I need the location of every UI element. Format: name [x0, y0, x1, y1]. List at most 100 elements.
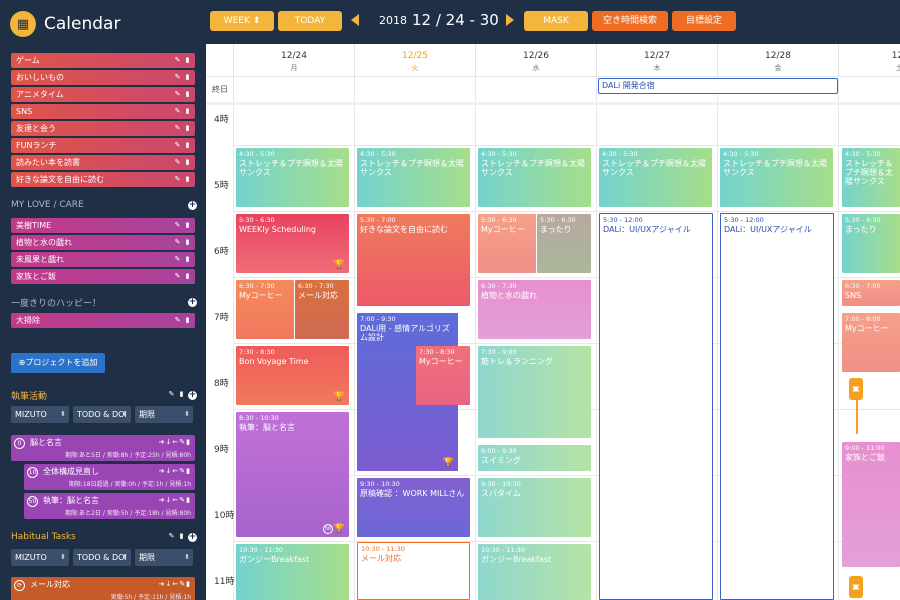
edit-icon[interactable]: ✎ [174, 91, 181, 98]
calendar-event[interactable]: 6:30 - 7:30 植物と水の戯れ [478, 280, 591, 339]
edit-icon[interactable]: ✎ [174, 159, 181, 166]
trash-icon[interactable]: ▮ [184, 142, 191, 149]
edit-icon[interactable]: ✎ [174, 108, 181, 115]
sidebar-item[interactable]: 未風果と戯れ ✎ ▮ [11, 252, 195, 267]
trash-icon[interactable]: ▮ [178, 532, 185, 540]
trash-icon[interactable]: ▮ [184, 74, 191, 81]
trash-icon[interactable]: ▮ [184, 108, 191, 115]
sidebar-item[interactable]: 植物と水の戯れ ✎ ▮ [11, 235, 195, 250]
edit-icon[interactable]: ✎ [168, 532, 175, 540]
add-icon[interactable]: + [188, 298, 197, 307]
add-project-button[interactable]: ⊕プロジェクトを追加 [11, 353, 105, 373]
calendar-event[interactable]: 4:30 - 5:30 ストレッチ＆プチ瞑想＆太陽サンクス [720, 148, 833, 207]
edit-icon[interactable]: ✎ [174, 176, 181, 183]
task-actions[interactable]: ➔↓←✎▮ [159, 496, 191, 504]
edit-icon[interactable]: ✎ [174, 317, 181, 324]
add-icon[interactable]: + [188, 532, 197, 542]
view-select[interactable]: WEEK ⬍ [210, 11, 274, 31]
sidebar-item[interactable]: 美樹TIME ✎ ▮ [11, 218, 195, 233]
free-time-search-button[interactable]: 空き時間検索 [592, 11, 668, 31]
allday-event[interactable]: DALi 開発合宿 [598, 78, 838, 94]
task-item[interactable]: ⟳ メール対応 ➔↓←✎▮ 実働:5h / 予定:11h / 見積:1h [11, 577, 195, 600]
trash-icon[interactable]: ▮ [178, 391, 185, 398]
task-item[interactable]: 0 脳と名言 ➔↓←✎▮ 期限:あと5日 / 実働:8h / 予定:25h / … [11, 435, 195, 461]
trash-icon[interactable]: ▮ [184, 239, 191, 246]
trash-icon[interactable]: ▮ [184, 256, 191, 263]
calendar-event[interactable]: 6:30 - 7:30 Myコーヒー [236, 280, 294, 339]
next-week-icon[interactable] [506, 14, 514, 26]
sidebar-item[interactable]: 好きな論文を自由に読む ✎ ▮ [11, 172, 195, 187]
day-header[interactable]: 12/27 木 [596, 44, 717, 76]
calendar-event[interactable]: 6:30 - 7:00 SNS [842, 280, 900, 306]
calendar-event[interactable]: 7:30 - 8:30 Myコーヒー [416, 346, 470, 405]
edit-icon[interactable]: ✎ [174, 74, 181, 81]
day-header[interactable]: 12/土 [838, 44, 900, 76]
deadline-select[interactable]: 期限 ⬍ [135, 549, 193, 566]
sidebar-item[interactable]: 読みたい本を読書 ✎ ▮ [11, 155, 195, 170]
calendar-event[interactable]: 4:30 - 5:30 ストレッチ＆プチ瞑想＆太陽サンクス [478, 148, 591, 207]
calendar-event[interactable]: 9:30 - 10:30 スパタイム [478, 478, 591, 537]
day-header-today[interactable]: 12/25 火 [354, 44, 475, 76]
calendar-event[interactable]: 5:30 - 6:30 WEEKly Scheduling 🏆 [236, 214, 349, 273]
task-actions[interactable]: ➔↓←✎▮ [159, 467, 191, 475]
calendar-event[interactable]: 5:30 - 6:30 まったり [842, 214, 900, 273]
task-item[interactable]: 10 全体構成見直し ➔↓←✎▮ 期限:18日超過 / 実働:0h / 予定:1… [24, 464, 195, 490]
calendar-event[interactable]: 7:30 - 9:00 筋トレ＆ランニング [478, 346, 591, 438]
trash-icon[interactable]: ▮ [184, 273, 191, 280]
mask-button[interactable]: MASK [524, 11, 588, 31]
day-header[interactable]: 12/24 月 [233, 44, 354, 76]
edit-icon[interactable]: ✎ [168, 391, 175, 398]
status-select[interactable]: TODO & DOI ⬍ [73, 549, 131, 566]
deadline-select[interactable]: 期限 ⬍ [135, 406, 193, 423]
calendar-event[interactable]: 8:30 - 10:30 執筆：脳と名言 50 🏆 [236, 412, 349, 537]
calendar-event[interactable]: 10:30 - 11:30 ガンジーBreakfast [236, 544, 349, 600]
calendar-event[interactable]: 5:30 - 7:00 好きな論文を自由に読む [357, 214, 470, 306]
calendar-event[interactable]: 5:30 - 6:30 まったり [537, 214, 591, 273]
add-icon[interactable]: + [188, 200, 197, 210]
trash-icon[interactable]: ▮ [184, 317, 191, 324]
prev-week-icon[interactable] [351, 14, 359, 26]
sidebar-item[interactable]: おいしいもの ✎ ▮ [11, 70, 195, 85]
sidebar-item[interactable]: FUNランチ ✎ ▮ [11, 138, 195, 153]
sidebar-item[interactable]: SNS ✎ ▮ [11, 104, 195, 119]
sidebar-item[interactable]: 大掃除 ✎ ▮ [11, 313, 195, 328]
calendar-event[interactable]: 4:30 - 5:30 ストレッチ＆プチ瞑想＆太陽サンクス [842, 148, 900, 207]
trash-icon[interactable]: ▮ [184, 57, 191, 64]
sidebar-item[interactable]: ゲーム ✎ ▮ [11, 53, 195, 68]
task-actions[interactable]: ➔↓←✎▮ [159, 438, 191, 446]
task-actions[interactable]: ➔↓←✎▮ [159, 580, 191, 588]
edit-icon[interactable]: ✎ [174, 57, 181, 64]
calendar-event[interactable]: 6:30 - 7:30 メール対応 [295, 280, 349, 339]
brand[interactable]: ▦ Calendar [10, 10, 120, 38]
calendar-event[interactable]: 9:00 - 9:30 スイミング [478, 445, 591, 471]
sidebar-item[interactable]: 友達と会う ✎ ▮ [11, 121, 195, 136]
goal-setting-button[interactable]: 目標設定 [672, 11, 736, 31]
calendar-event[interactable]: 5:30 - 12:00 DALi：UI/UXアジャイル [599, 213, 713, 600]
sidebar-item[interactable]: アニメタイム ✎ ▮ [11, 87, 195, 102]
add-icon[interactable]: + [188, 391, 197, 400]
owner-select[interactable]: MIZUTO ⬍ [11, 549, 69, 566]
edit-icon[interactable]: ✎ [174, 273, 181, 280]
trash-icon[interactable]: ▮ [184, 125, 191, 132]
task-item[interactable]: 50 執筆：脳と名言 ➔↓←✎▮ 期限:あと2日 / 実働:5h / 予定:18… [24, 493, 195, 519]
trash-icon[interactable]: ▮ [184, 222, 191, 229]
owner-select[interactable]: MIZUTO ⬍ [11, 406, 69, 423]
today-button[interactable]: TODAY [278, 11, 342, 31]
edit-icon[interactable]: ✎ [174, 142, 181, 149]
calendar-event[interactable]: 4:30 - 5:30 ストレッチ＆プチ瞑想＆太陽サンクス [236, 148, 349, 207]
edit-icon[interactable]: ✎ [174, 125, 181, 132]
calendar-event[interactable]: 7:00 - 8:00 Myコーヒー [842, 313, 900, 372]
edit-icon[interactable]: ✎ [174, 239, 181, 246]
calendar-event[interactable]: 5:30 - 12:00 DALi：UI/UXアジャイル [720, 213, 834, 600]
day-header[interactable]: 12/28 金 [717, 44, 838, 76]
edit-icon[interactable]: ✎ [174, 256, 181, 263]
calendar-event[interactable]: 9:30 - 10:30 原稿確認 ：WORK MILLさん [357, 478, 470, 537]
trash-icon[interactable]: ▮ [184, 159, 191, 166]
calendar-event[interactable]: 5:30 - 6:30 Myコーヒー [478, 214, 536, 273]
calendar-event[interactable]: 4:30 - 5:30 ストレッチ＆プチ瞑想＆太陽サンクス [357, 148, 470, 207]
trash-icon[interactable]: ▮ [184, 176, 191, 183]
status-select[interactable]: TODO & DOI ⬍ [73, 406, 131, 423]
edit-icon[interactable]: ✎ [174, 222, 181, 229]
day-header[interactable]: 12/26 水 [475, 44, 596, 76]
calendar-event[interactable]: 4:30 - 5:30 ストレッチ＆プチ瞑想＆太陽サンクス [599, 148, 712, 207]
